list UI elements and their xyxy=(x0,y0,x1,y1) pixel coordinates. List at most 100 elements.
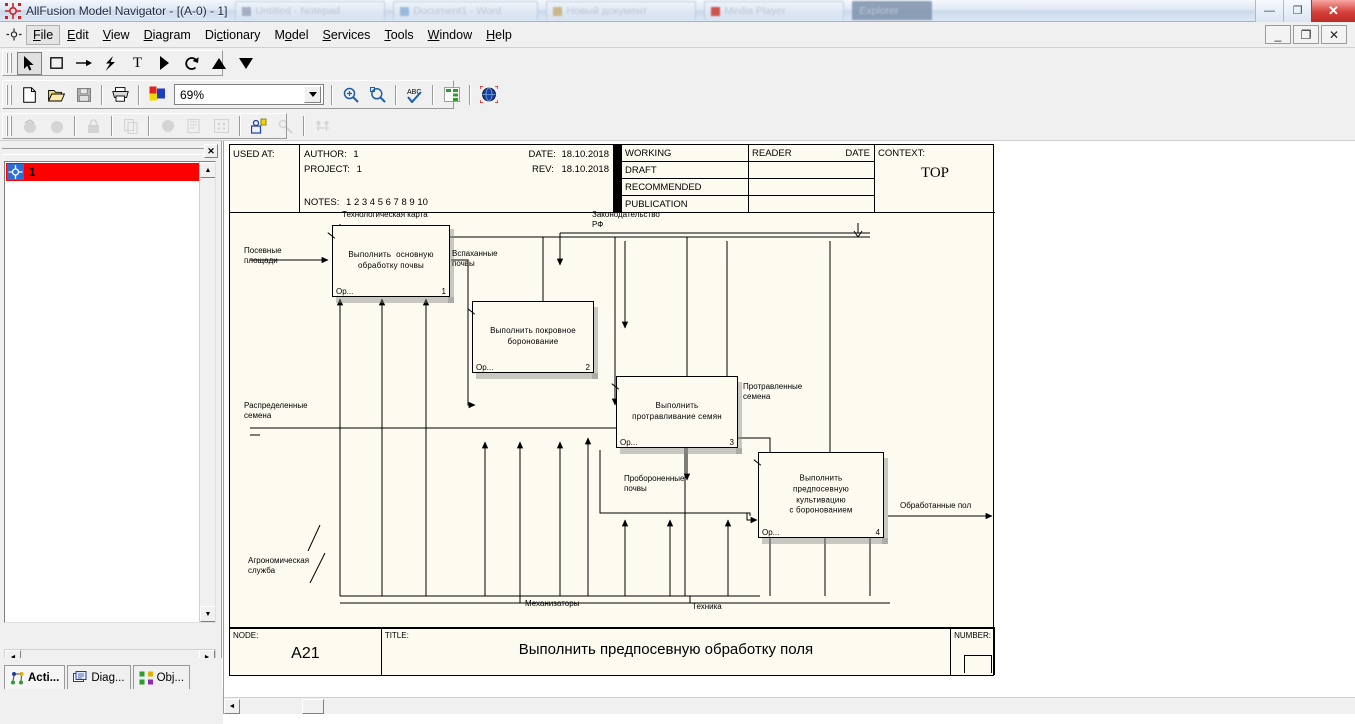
idef0-diagram-body[interactable]: Выполнить основную обработку почвы Ор... … xyxy=(230,210,995,629)
reader-row-2[interactable] xyxy=(749,162,874,179)
reader-row-3[interactable] xyxy=(749,179,874,196)
tree-item-label: 1 xyxy=(29,165,36,179)
activity-box-2[interactable]: Выполнить покровное боронование Ор... 2 xyxy=(467,301,594,373)
close-window-button[interactable]: ✕ xyxy=(1311,0,1355,22)
tab-diagrams[interactable]: Diag... xyxy=(67,665,131,689)
zoom-fit-button[interactable] xyxy=(365,83,390,106)
user-object-button[interactable] xyxy=(246,115,271,138)
activity-box-3-number: 3 xyxy=(729,438,734,447)
activity-box-4[interactable]: Выполнить предпосевную культивацию с бороно… xyxy=(753,452,884,538)
chevron-down-icon[interactable] xyxy=(304,86,321,103)
status-working[interactable]: WORKING xyxy=(622,145,748,162)
diagram-workspace[interactable]: USED AT: AUTHOR: 1 PROJECT: 1 DATE: 18.1… xyxy=(223,141,1355,714)
used-at-label: USED AT: xyxy=(233,149,275,160)
open-file-button[interactable] xyxy=(44,83,69,106)
menu-window[interactable]: Window xyxy=(421,25,479,45)
menu-help[interactable]: Help xyxy=(479,25,519,45)
menu-view[interactable]: View xyxy=(96,25,137,45)
minimize-window-button[interactable]: — xyxy=(1255,0,1283,22)
text-tool[interactable]: T xyxy=(125,52,150,75)
activity-box-tool[interactable] xyxy=(44,52,69,75)
menu-model[interactable]: Model xyxy=(267,25,315,45)
label-input-sown-areas[interactable]: Посевные площади xyxy=(244,246,282,267)
globe-button[interactable] xyxy=(476,83,501,106)
activity-box-1[interactable]: Выполнить основную обработку почвы Ор... … xyxy=(327,225,450,297)
menu-dictionary[interactable]: Dictionary xyxy=(198,25,268,45)
mdi-restore-button[interactable]: ❐ xyxy=(1293,25,1319,44)
menu-tools[interactable]: Tools xyxy=(377,25,420,45)
zoom-combo[interactable]: 69% xyxy=(174,84,324,105)
spell-check-button[interactable]: ABC xyxy=(402,83,427,106)
color-palette-button[interactable] xyxy=(145,83,170,106)
diagram-tree-icon xyxy=(73,670,88,685)
scroll-down-button[interactable]: ▼ xyxy=(200,606,215,622)
toolbar-grip[interactable] xyxy=(6,84,13,105)
label-mechanism-machine-operators[interactable]: Механизаторы xyxy=(525,599,579,609)
menu-file[interactable]: File xyxy=(26,24,61,45)
copy-model-button xyxy=(118,115,143,138)
squiggle-tool[interactable] xyxy=(98,52,123,75)
label-control-legislation[interactable]: Законодательство РФ xyxy=(592,210,660,231)
zoom-in-button[interactable] xyxy=(338,83,363,106)
zoom-value[interactable]: 69% xyxy=(175,88,304,102)
background-tab[interactable]: Explorer xyxy=(852,1,933,20)
status-draft[interactable]: DRAFT xyxy=(622,162,748,179)
drawing-toolbar: T xyxy=(0,48,1355,78)
maximize-window-button[interactable]: ❐ xyxy=(1283,0,1311,22)
rotate-tool[interactable] xyxy=(179,52,204,75)
print-button[interactable] xyxy=(108,83,133,106)
new-file-button[interactable] xyxy=(17,83,42,106)
tab-objects[interactable]: Obj... xyxy=(132,665,191,689)
toolbar-grip[interactable] xyxy=(6,116,13,136)
list-item[interactable]: 1 xyxy=(6,163,199,181)
activity-box-shadow xyxy=(476,373,598,379)
canvas-scroll-left-button[interactable]: ◄ xyxy=(224,698,240,714)
tunnel-tool[interactable] xyxy=(152,52,177,75)
label-input-distributed-seeds[interactable]: Распределенные семена xyxy=(244,401,308,422)
background-tab[interactable]: Новый документ xyxy=(546,1,697,20)
panel-drag-bar[interactable] xyxy=(2,147,204,155)
arrow-tool[interactable] xyxy=(71,52,96,75)
reader-row-4[interactable] xyxy=(749,196,874,212)
status-recommended[interactable]: RECOMMENDED xyxy=(622,179,748,196)
pointer-tool[interactable] xyxy=(17,51,42,75)
model-explorer-button[interactable] xyxy=(439,83,464,106)
background-tab[interactable]: Media Player xyxy=(704,1,845,20)
notes-value: 1 2 3 4 5 6 7 8 9 10 xyxy=(346,197,428,208)
background-tab-label: Explorer xyxy=(859,5,899,17)
label-flow-treated-seeds[interactable]: Протравленные семена xyxy=(743,382,802,403)
scroll-up-button[interactable]: ▲ xyxy=(200,162,215,178)
menu-diagram[interactable]: Diagram xyxy=(137,25,198,45)
idef0-diagram-sheet[interactable]: USED AT: AUTHOR: 1 PROJECT: 1 DATE: 18.1… xyxy=(229,144,995,676)
label-control-tech-map[interactable]: Технологическая карта xyxy=(342,210,428,220)
tree-vertical-scrollbar[interactable]: ▲ ▼ xyxy=(199,162,215,622)
activity-tree[interactable]: 1 ▲ ▼ xyxy=(4,161,216,623)
label-flow-harrowed-soil[interactable]: Пробороненные почвы xyxy=(624,474,684,495)
background-tab-label: Untitled - Notepad xyxy=(255,5,341,17)
toolbar-grip[interactable] xyxy=(6,53,13,73)
label-mechanism-equipment[interactable]: Техника xyxy=(692,602,722,612)
mdi-restore-icon[interactable] xyxy=(6,28,22,42)
label-flow-plowed-soil[interactable]: Вспаханные почвы xyxy=(452,249,498,270)
activity-box-3[interactable]: Выполнить протравливание семян Ор... 3 xyxy=(611,376,738,448)
reader-date-column: READER DATE xyxy=(749,145,875,212)
menu-services[interactable]: Services xyxy=(316,25,378,45)
label-output-processed-fields[interactable]: Обработанные пол xyxy=(900,501,971,511)
background-tab[interactable]: Document1 - Word xyxy=(393,1,539,20)
up-triangle-tool[interactable] xyxy=(206,52,231,75)
canvas-scroll-thumb[interactable] xyxy=(302,698,324,714)
context-cell: CONTEXT: TOP xyxy=(875,145,995,212)
label-mechanism-agro-service[interactable]: Агрономическая служба xyxy=(248,556,309,577)
reader-label: READER xyxy=(752,148,792,159)
tab-activities[interactable]: Acti... xyxy=(4,665,66,689)
mdi-minimize-button[interactable]: _ xyxy=(1265,25,1291,44)
mdi-close-button[interactable]: ✕ xyxy=(1321,25,1347,44)
close-icon[interactable]: ✕ xyxy=(204,144,218,158)
down-triangle-tool[interactable] xyxy=(233,52,258,75)
notes-label: NOTES: 1 2 3 4 5 6 7 8 9 10 xyxy=(304,197,428,208)
context-label: CONTEXT: xyxy=(878,148,925,159)
save-file-button[interactable] xyxy=(71,83,96,106)
menu-edit[interactable]: Edit xyxy=(60,25,96,45)
canvas-horizontal-scrollbar[interactable]: ◄ xyxy=(224,697,1355,714)
background-tab[interactable]: Untitled - Notepad xyxy=(235,1,386,20)
